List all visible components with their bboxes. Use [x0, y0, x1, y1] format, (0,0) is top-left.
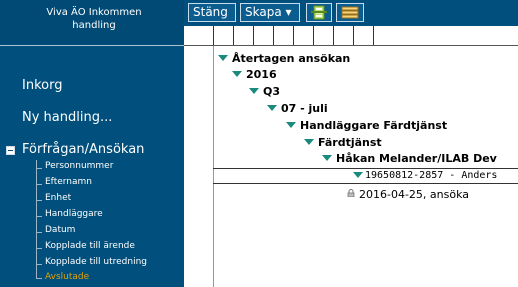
app-title-line2: handling — [72, 20, 116, 31]
tree-node-quarter[interactable]: Q3 — [249, 85, 280, 98]
case-tree: Återtagen ansökan 2016 Q3 07 - juli Hand… — [184, 46, 518, 287]
lock-icon — [347, 189, 355, 197]
person-label: 19650812-2857 - Anders — [365, 170, 498, 181]
list-view-icon — [341, 6, 359, 19]
tree-connector — [36, 184, 42, 185]
nav-subitem-kopplade-utredning[interactable]: Kopplade till utredning — [45, 257, 147, 267]
expand-triangle-icon[interactable] — [322, 155, 332, 161]
tree-node-month[interactable]: 07 - juli — [267, 102, 328, 115]
case-label: 2016-04-25, ansöka — [359, 188, 470, 201]
create-dropdown-button[interactable]: Skapa ▾ — [240, 3, 300, 22]
nav-subitem-enhet[interactable]: Enhet — [45, 193, 71, 203]
expand-triangle-icon[interactable] — [286, 122, 296, 128]
nav-item-inbox[interactable]: Inkorg — [22, 78, 62, 93]
column-divider — [373, 26, 374, 45]
tree-node-category[interactable]: Färdtjänst — [304, 136, 382, 149]
tree-connector — [36, 248, 42, 249]
case-row[interactable]: 2016-04-25, ansöka — [347, 188, 470, 201]
chevron-down-icon: ▾ — [285, 5, 292, 19]
column-divider — [253, 26, 254, 45]
nav-subitem-personnummer[interactable]: Personnummer — [45, 161, 113, 171]
tree-node-label: 07 - juli — [281, 102, 328, 115]
column-divider — [233, 26, 234, 45]
column-divider — [213, 26, 214, 45]
column-divider — [353, 26, 354, 45]
tree-node-label: Handläggare Färdtjänst — [300, 119, 448, 132]
tree-node-year[interactable]: 2016 — [232, 68, 277, 81]
nav-subitem-avslutade[interactable]: Avslutade — [45, 272, 89, 282]
column-divider — [313, 26, 314, 45]
expand-triangle-icon[interactable] — [249, 88, 259, 94]
app-header: Viva ÄO Inkommen handling — [0, 0, 184, 46]
tree-node-label: Q3 — [263, 85, 281, 98]
tree-node-label: Håkan Melander/ILAB Dev — [336, 152, 497, 165]
tree-gutter — [184, 46, 214, 287]
tree-node-person[interactable]: 19650812-2857 - Anders — [213, 168, 518, 184]
tree-node-handler-group[interactable]: Handläggare Färdtjänst — [286, 119, 447, 132]
app-title-line1: Viva ÄO Inkommen — [46, 7, 142, 18]
tree-node-label: Färdtjänst — [318, 136, 382, 149]
tree-connector — [36, 278, 42, 279]
tree-connector — [36, 200, 42, 201]
expand-triangle-icon[interactable] — [267, 105, 277, 111]
app-title: Viva ÄO Inkommen handling — [10, 6, 178, 32]
tree-node-label: 2016 — [246, 68, 277, 81]
nav-item-new-case[interactable]: Ny handling... — [22, 110, 112, 125]
nav-subitem-kopplade-arende[interactable]: Kopplade till ärende — [45, 241, 135, 251]
column-divider — [273, 26, 274, 45]
collapse-icon[interactable] — [6, 146, 15, 155]
tree-node-label: Återtagen ansökan — [232, 52, 351, 65]
column-divider — [293, 26, 294, 45]
list-view-button[interactable] — [336, 3, 364, 22]
tree-connector — [36, 264, 42, 265]
tree-node-level0[interactable]: Återtagen ansökan — [218, 52, 350, 65]
expand-triangle-icon[interactable] — [353, 172, 363, 178]
tree-structure-button[interactable] — [306, 3, 332, 22]
column-divider — [333, 26, 334, 45]
nav-subitem-efternamn[interactable]: Efternamn — [45, 177, 92, 187]
tree-structure-icon — [311, 5, 327, 20]
expand-triangle-icon[interactable] — [304, 139, 314, 145]
sidebar: Viva ÄO Inkommen handling Inkorg Ny hand… — [0, 0, 184, 287]
tree-node-handler[interactable]: Håkan Melander/ILAB Dev — [322, 152, 497, 165]
expand-triangle-icon[interactable] — [218, 55, 228, 61]
nav-item-query[interactable]: Förfrågan/Ansökan — [22, 142, 144, 157]
nav-subitem-datum[interactable]: Datum — [45, 225, 75, 235]
tree-connector — [36, 216, 42, 217]
create-button-label: Skapa — [245, 5, 282, 19]
tree-connector — [36, 160, 37, 278]
tree-connector — [36, 168, 42, 169]
tree-connector — [36, 232, 42, 233]
toolbar: Stäng Skapa ▾ — [184, 0, 518, 26]
column-ruler — [184, 26, 518, 46]
expand-triangle-icon[interactable] — [232, 71, 242, 77]
nav-subitem-handlaggare[interactable]: Handläggare — [45, 209, 103, 219]
close-button[interactable]: Stäng — [188, 3, 236, 22]
